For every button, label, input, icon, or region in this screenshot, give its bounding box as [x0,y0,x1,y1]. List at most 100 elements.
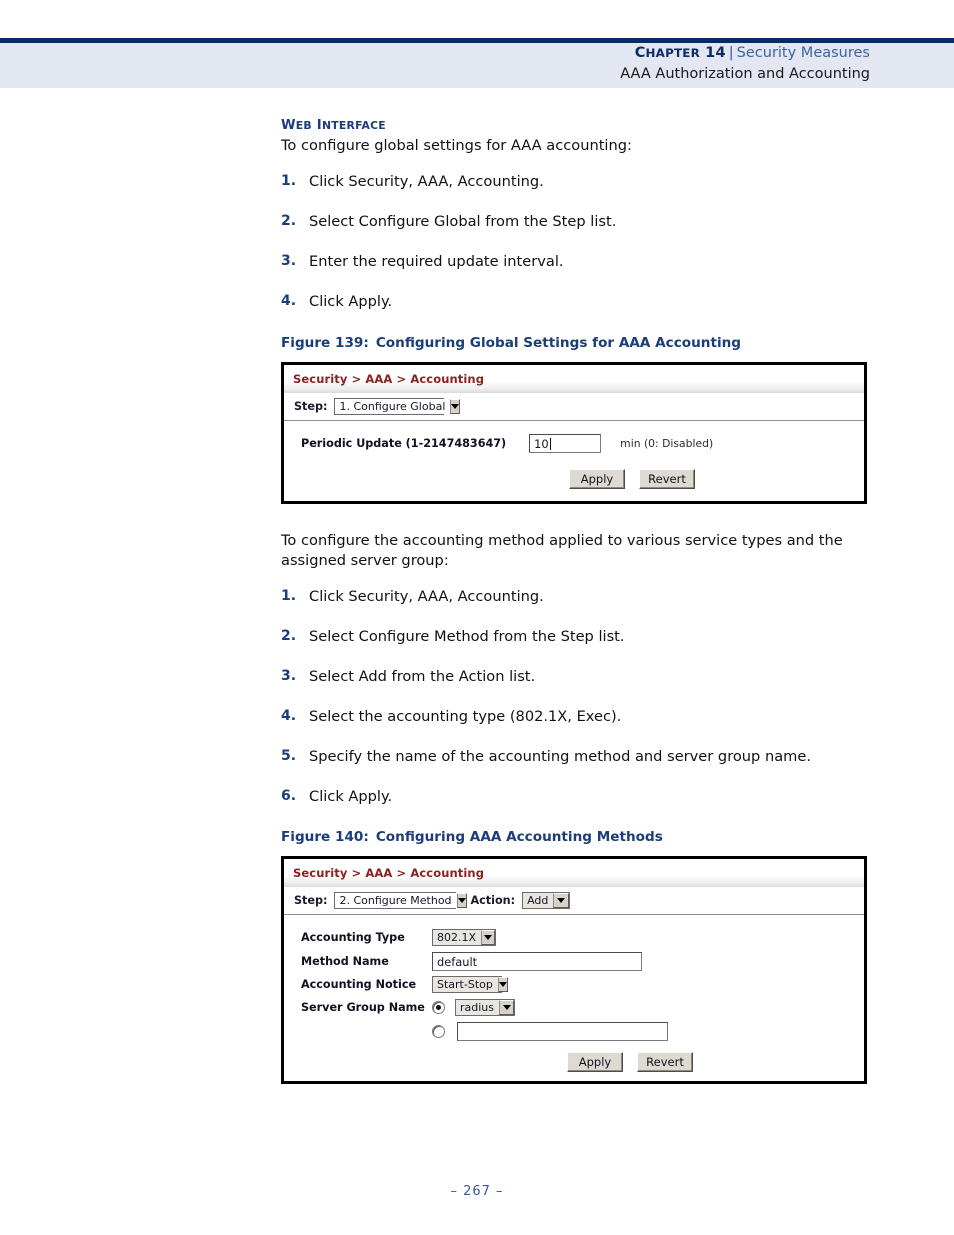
periodic-update-input[interactable]: 10 [529,434,602,453]
figure-140-step-row: Step: 2. Configure Method Action: Add [284,887,864,915]
step-number: 2. [281,628,297,644]
figure-140-caption-number: Figure 140: [281,829,369,845]
chevron-down-icon [497,977,508,992]
intro-paragraph-method: To configure the accounting method appli… [281,531,866,571]
figure-139-caption-text: Configuring Global Settings for AAA Acco… [375,335,742,351]
figure-139-step-row: Step: 1. Configure Global [284,393,864,421]
page-footer: – 267 – [0,1184,954,1199]
list-item: 3. Select Add from the Action list. [281,667,881,686]
step-select[interactable]: 2. Configure Method [334,892,467,909]
figure-139-body: Periodic Update (1-2147483647) 10 min (0… [284,421,864,505]
list-item: 6. Click Apply. [281,787,881,806]
web-interface-heading: WEB INTERFACE [281,118,386,133]
method-name-value: default [437,954,478,969]
revert-button[interactable]: Revert [639,469,695,489]
step-text: Click Apply. [309,293,393,310]
step-text: Specify the name of the accounting metho… [309,748,811,765]
figure-140-screenshot: Security > AAA > Accounting Step: 2. Con… [281,856,867,1084]
intro-paragraph-global: To configure global settings for AAA acc… [281,137,632,154]
method-name-input[interactable]: default [432,952,642,971]
header-chapter-line: CHAPTER 14 | Security Measures [0,43,870,64]
method-name-row: Method Name default [301,952,642,971]
chevron-down-icon [553,893,570,908]
server-group-row: Server Group Name radius [301,999,515,1016]
list-item: 2. Select Configure Global from the Step… [281,212,881,231]
step-text: Enter the required update interval. [309,253,564,270]
step-text: Select Configure Method from the Step li… [309,628,625,645]
step-number: 1. [281,173,297,189]
step-number: 2. [281,213,297,229]
step-select-value: 1. Configure Global [335,399,451,414]
list-item: 5. Specify the name of the accounting me… [281,747,881,766]
page-header: CHAPTER 14 | Security Measures AAA Authori… [0,0,954,88]
figure-140-caption: Figure 140: Configuring AAA Accounting Me… [281,829,881,845]
periodic-update-hint: min (0: Disabled) [620,437,714,450]
header-subtitle: AAA Authorization and Accounting [620,66,870,82]
accounting-notice-select[interactable]: Start-Stop [432,976,508,993]
step-number: 5. [281,748,297,764]
list-item: 3. Enter the required update interval. [281,252,881,271]
figure-140-caption-text: Configuring AAA Accounting Methods [375,829,663,845]
chevron-down-icon [481,930,495,945]
list-item: 4. Click Apply. [281,292,881,311]
step-number: 4. [281,708,297,724]
figure-139-caption-number: Figure 139: [281,335,369,351]
accounting-type-select[interactable]: 802.1X [432,929,496,946]
accounting-notice-value: Start-Stop [433,977,498,992]
server-group-value: radius [456,1000,500,1015]
server-group-label: Server Group Name [301,1001,425,1014]
server-group-custom-input[interactable] [457,1022,668,1041]
text-caret [549,437,551,450]
step-number: 3. [281,253,297,269]
intro-line-1: To configure the accounting method appli… [281,532,815,549]
steps-list-method: 1. Click Security, AAA, Accounting. 2. S… [281,587,881,806]
step-number: 3. [281,668,297,684]
figure-140-button-row: Apply Revert [567,1052,693,1072]
list-item: 2. Select Configure Method from the Step… [281,627,881,646]
step-text: Select the accounting type (802.1X, Exec… [309,708,622,725]
step-label: Step: [294,894,328,907]
step-text: Click Apply. [309,788,393,805]
list-item: 1. Click Security, AAA, Accounting. [281,587,881,606]
list-item: 4. Select the accounting type (802.1X, E… [281,707,881,726]
action-select[interactable]: Add [522,892,571,909]
list-item: 1. Click Security, AAA, Accounting. [281,172,881,191]
figure-140-body: Accounting Type 802.1X Method Name defau… [284,915,864,1085]
accounting-type-label: Accounting Type [301,931,405,944]
figure-139-caption: Figure 139: Configuring Global Settings f… [281,335,881,351]
periodic-update-row: Periodic Update (1-2147483647) 10 min (0… [301,434,713,453]
step-number: 6. [281,788,297,804]
step-label: Step: [294,400,328,413]
apply-button[interactable]: Apply [569,469,625,489]
step-select-value: 2. Configure Method [335,893,457,908]
apply-button[interactable]: Apply [567,1052,623,1072]
chevron-down-icon [450,399,461,414]
chapter-label: CHAPTER 14 [634,45,726,61]
breadcrumb: Security > AAA > Accounting [293,866,485,880]
header-separator: | [728,45,734,61]
step-text: Select Add from the Action list. [309,668,536,685]
figure-139-button-row: Apply Revert [569,469,695,489]
action-label: Action: [470,894,516,907]
chevron-down-icon [499,1000,514,1015]
breadcrumb: Security > AAA > Accounting [293,372,485,386]
page-number: – 267 – [450,1184,504,1199]
page-content: WEB INTERFACE To configure global settin… [281,118,881,1084]
figure-139-screenshot: Security > AAA > Accounting Step: 1. Con… [281,362,867,504]
chapter-topic: Security Measures [736,45,870,61]
server-group-select[interactable]: radius [455,999,515,1016]
step-text: Click Security, AAA, Accounting. [309,173,544,190]
accounting-type-row: Accounting Type 802.1X [301,929,496,946]
server-group-radio-preset[interactable] [432,1001,445,1014]
step-number: 4. [281,293,297,309]
accounting-notice-row: Accounting Notice Start-Stop [301,976,508,993]
revert-button[interactable]: Revert [637,1052,693,1072]
accounting-notice-label: Accounting Notice [301,978,417,991]
periodic-update-value: 10 [534,436,549,451]
step-text: Click Security, AAA, Accounting. [309,588,544,605]
periodic-update-label: Periodic Update (1-2147483647) [301,437,507,450]
step-select[interactable]: 1. Configure Global [334,398,461,415]
server-group-radio-custom[interactable] [432,1025,445,1038]
accounting-type-value: 802.1X [433,930,482,945]
figure-140-breadcrumb-row: Security > AAA > Accounting [284,859,864,887]
